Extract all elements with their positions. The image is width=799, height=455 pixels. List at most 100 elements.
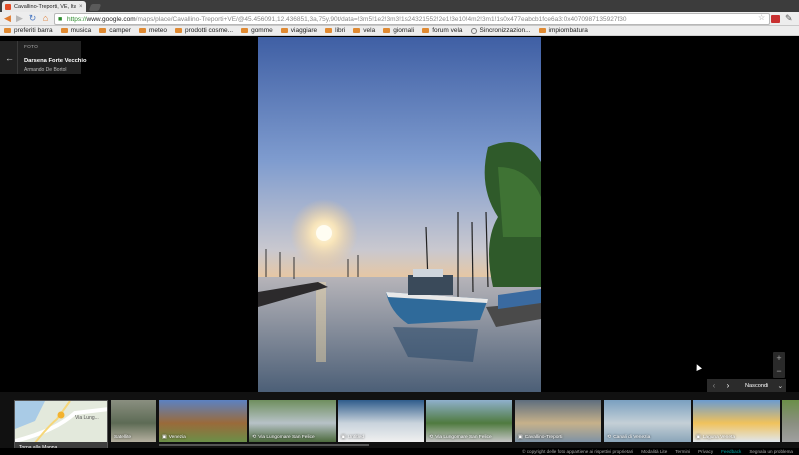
bookmark-label: prodotti cosme... (185, 27, 234, 34)
collapse-chevron-icon[interactable]: ⌄ (777, 382, 783, 390)
panorama-360-icon: ⟲ (429, 434, 434, 440)
zoom-out-button[interactable]: − (773, 365, 785, 378)
thumbnail-caption-text: Canali di Venezia (613, 434, 651, 440)
bookmark-label: impiombatura (548, 27, 588, 34)
bookmark-label: Sincronizzazion... (479, 27, 531, 34)
divider (17, 41, 18, 74)
thumbnail-caption: ▣ Cavallino-Treporti (518, 434, 562, 440)
zoom-in-button[interactable]: + (773, 352, 785, 365)
panorama-360-icon: ⟲ (252, 434, 257, 440)
photo-thumbnail[interactable]: ▣ Laguna Veneta (693, 400, 780, 442)
bookmark-item[interactable]: gomme (241, 27, 273, 34)
address-bar[interactable]: ■ https:// www.google.com /maps/place/Ca… (54, 13, 770, 25)
folder-icon (353, 28, 361, 33)
thumbnail-caption-text: Venezia (168, 434, 186, 440)
new-tab-button[interactable] (88, 4, 102, 11)
lite-mode-link[interactable]: Modalità Lite (641, 449, 667, 454)
thumbnail-caption: ⟲ Canali di Venezia (607, 434, 650, 440)
bookmark-label: viaggiare (290, 27, 318, 34)
back-arrow-icon[interactable]: ← (5, 53, 14, 63)
bookmark-item[interactable]: prodotti cosme... (175, 27, 233, 34)
reload-icon[interactable]: ↻ (27, 13, 38, 24)
bookmark-label: preferiti barra (14, 27, 53, 34)
camera-icon: ▣ (162, 434, 167, 440)
thumbnail-caption-text: Untitled (347, 434, 364, 440)
photo-thumbnail[interactable]: Satellite (111, 400, 156, 442)
bookmark-item[interactable]: meteo (138, 27, 168, 34)
feedback-toggle[interactable]: Feedback (721, 449, 741, 454)
bookmark-label: vela (363, 27, 376, 34)
bookmark-label: giornali (393, 27, 415, 34)
tab-strip: Cavallino-Treporti, VE, Ital × (0, 0, 799, 12)
hide-strip-button[interactable]: Nascondi (745, 383, 768, 389)
bookmark-item[interactable]: Sincronizzazion... (470, 27, 531, 34)
bookmark-item[interactable]: musica (60, 27, 92, 34)
thumbnail-caption: ⟲ Via Lungomare San Felice (429, 434, 492, 440)
thumbnail-caption-text: Via Lungomare San Felice (435, 434, 492, 440)
folder-icon (4, 28, 11, 33)
bookmark-label: meteo (148, 27, 168, 34)
bookmarks-bar: preferiti barra musica camper meteo prodotti… (0, 26, 799, 36)
bookmark-item[interactable]: camper (99, 27, 131, 34)
bookmark-item[interactable]: preferiti barra (4, 27, 53, 34)
folder-icon (175, 28, 183, 33)
bookmark-item[interactable]: forum vela (422, 27, 463, 34)
navigation-bar: ◀ ▶ ↻ ⌂ ■ https:// www.google.com /maps/… (0, 12, 799, 26)
thumbnail-caption: ▣ Untitled (341, 434, 364, 440)
photo-thumbnail[interactable]: ⟲ Via Lungomare San Felice (249, 400, 336, 442)
photo-viewer: ← FOTO Darsena Forte Vecchio Armando De … (0, 37, 799, 392)
thumbnail-caption: ⟲ Via Lungomare San Felice (252, 434, 315, 440)
photo-thumbnail[interactable] (782, 400, 799, 442)
bookmark-label: gomme (251, 27, 273, 34)
previous-photo-icon[interactable]: ‹ (707, 381, 721, 390)
photo-thumbnail[interactable]: ▣ Venezia (159, 400, 247, 442)
photo-thumbnail[interactable]: ⟲ Canali di Venezia (604, 400, 691, 442)
terms-link[interactable]: Termini (675, 449, 690, 454)
bookmark-label: camper (109, 27, 131, 34)
bookmark-item[interactable]: giornali (383, 27, 414, 34)
photo-thumbnail[interactable]: ▣ Untitled (338, 400, 424, 442)
photo-strip: Via Lung... Torna alla Mappa Satellite▣V… (0, 392, 799, 455)
map-road-label: Via Lung... (75, 415, 99, 421)
folder-icon (538, 28, 546, 33)
sync-icon (470, 27, 477, 34)
photo-thumbnail[interactable]: ▣ Cavallino-Treporti (515, 400, 601, 442)
back-to-map-thumbnail[interactable]: Via Lung... Torna alla Mappa (14, 400, 108, 455)
extension-icon[interactable] (771, 15, 780, 23)
bookmark-item[interactable]: vela (353, 27, 375, 34)
folder-icon (138, 28, 146, 33)
main-photo[interactable] (258, 37, 541, 392)
photo-author[interactable]: Armando De Bortol (24, 67, 67, 73)
url-path: /maps/place/Cavallino-Treporti+VE/@45.45… (135, 15, 627, 23)
thumbnail-caption: Satellite (114, 435, 131, 440)
bookmark-label: musica (70, 27, 92, 34)
bookmark-label: libri (335, 27, 346, 34)
folder-icon (241, 28, 249, 33)
camera-icon: ▣ (518, 434, 523, 440)
next-photo-icon[interactable]: › (721, 381, 735, 390)
home-icon[interactable]: ⌂ (40, 13, 51, 24)
back-arrow-icon[interactable]: ◀ (2, 13, 13, 24)
wrench-menu-icon[interactable]: ✎ (785, 13, 793, 24)
photo-thumbnail[interactable]: ⟲ Via Lungomare San Felice (426, 400, 512, 442)
report-problem-link[interactable]: Segnala un problema (749, 449, 793, 454)
folder-icon (383, 28, 391, 33)
photo-title[interactable]: Darsena Forte Vecchio (24, 58, 87, 64)
zoom-control: + − (773, 352, 785, 378)
footer: © copyright delle foto appartiene ai ris… (0, 448, 799, 455)
thumbnail-caption-text: Via Lungomare San Felice (258, 434, 315, 440)
camera-icon: ▣ (341, 434, 346, 440)
bookmark-item[interactable]: viaggiare (280, 27, 318, 34)
copyright-notice: © copyright delle foto appartiene ai ris… (522, 449, 634, 454)
bookmark-item[interactable]: impiombatura (538, 27, 588, 34)
forward-arrow-icon[interactable]: ▶ (14, 13, 25, 24)
privacy-link[interactable]: Privacy (698, 449, 713, 454)
bookmark-item[interactable]: libri (325, 27, 345, 34)
url-domain: www.google.com (86, 15, 136, 23)
photo-info-card: ← FOTO Darsena Forte Vecchio Armando De … (0, 41, 87, 74)
browser-tab[interactable]: Cavallino-Treporti, VE, Ital × (2, 1, 86, 12)
photo-strip-controls: ‹ › Nascondi ⌄ (707, 379, 786, 392)
close-tab-icon[interactable]: × (79, 4, 83, 10)
strip-scrollbar[interactable] (159, 444, 369, 446)
bookmark-star-icon[interactable]: ☆ (758, 13, 765, 22)
